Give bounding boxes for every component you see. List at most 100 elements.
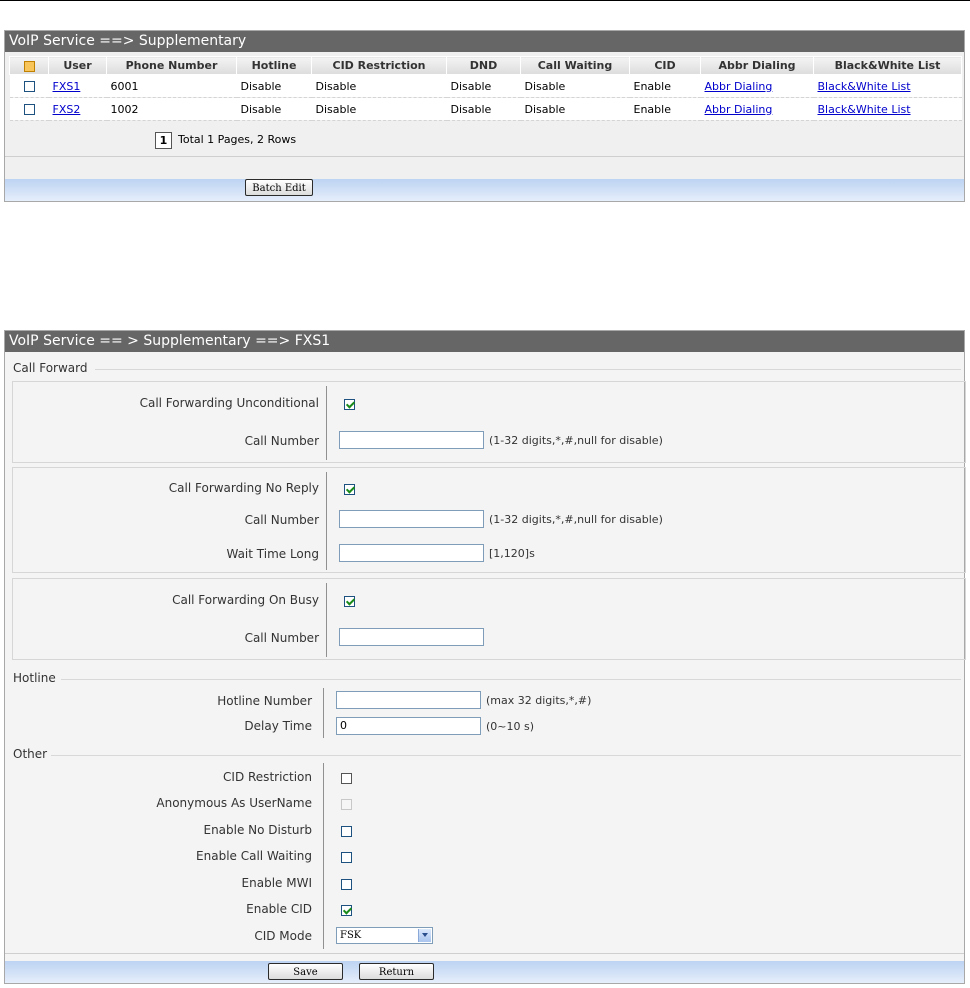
cell-cid-restriction: Disable	[311, 97, 447, 121]
section-rule	[51, 755, 961, 756]
call-waiting-label: Enable Call Waiting	[196, 849, 312, 863]
on-busy-number-label: Call Number	[244, 631, 319, 645]
cell-phone-number: 1002	[106, 97, 237, 121]
col-header-cid: CID	[629, 56, 701, 75]
abbr-dialing-link[interactable]: Abbr Dialing	[705, 103, 773, 116]
forward-on-busy-label: Call Forwarding On Busy	[172, 593, 319, 607]
cell-abbr-dialing: Abbr Dialing	[700, 97, 814, 121]
anonymous-username-field	[341, 797, 352, 810]
forward-on-busy-checkbox[interactable]	[344, 595, 355, 607]
hotline-number-input[interactable]	[336, 691, 481, 709]
row-select-cell	[9, 74, 49, 98]
cell-call-waiting: Disable	[520, 74, 630, 98]
return-button[interactable]: Return	[359, 963, 434, 980]
user-link-fxs2[interactable]: FXS2	[53, 103, 81, 116]
forward-unconditional-label: Call Forwarding Unconditional	[139, 396, 319, 410]
col-header-dnd: DND	[446, 56, 521, 75]
cell-cid: Enable	[629, 74, 701, 98]
pagination-summary: Total 1 Pages, 2 Rows	[178, 133, 297, 146]
cell-black-white-list: Black&White List	[813, 74, 962, 98]
no-disturb-checkbox[interactable]	[341, 825, 352, 837]
wait-time-input[interactable]	[339, 544, 484, 562]
no-disturb-label: Enable No Disturb	[203, 823, 312, 837]
no-disturb-field	[341, 824, 352, 837]
cid-restriction-checkbox[interactable]	[341, 772, 352, 784]
forward-unconditional-checkbox[interactable]	[344, 398, 355, 410]
unconditional-number-input[interactable]	[339, 431, 484, 449]
col-header-abbr-dialing: Abbr Dialing	[700, 56, 814, 75]
black-white-list-link[interactable]: Black&White List	[818, 103, 911, 116]
select-all-header	[9, 56, 49, 75]
on-busy-number-input[interactable]	[339, 628, 484, 646]
delay-time-input[interactable]: 0	[336, 717, 481, 735]
chevron-down-icon[interactable]	[418, 929, 431, 942]
col-header-phone-number: Phone Number	[106, 56, 237, 75]
section-other: Other	[13, 747, 48, 761]
cell-phone-number: 6001	[106, 74, 237, 98]
forward-on-busy-group: Call Forwarding On Busy Call Number	[12, 578, 966, 660]
anonymous-username-checkbox[interactable]	[341, 798, 352, 810]
section-hotline: Hotline	[13, 671, 56, 685]
section-rule	[95, 369, 961, 370]
cid-label: Enable CID	[246, 902, 312, 916]
no-reply-number-label: Call Number	[244, 513, 319, 527]
wait-time-hint: [1,120]s	[489, 547, 535, 560]
cell-user: FXS1	[48, 74, 107, 98]
list-footer-bar	[5, 179, 964, 201]
forward-no-reply-group: Call Forwarding No Reply Call Number (1-…	[12, 467, 966, 573]
mwi-label: Enable MWI	[241, 876, 312, 890]
batch-edit-button[interactable]: Batch Edit	[245, 179, 313, 196]
mwi-checkbox[interactable]	[341, 878, 352, 890]
cid-checkbox[interactable]	[341, 904, 352, 916]
col-header-call-waiting: Call Waiting	[520, 56, 630, 75]
call-waiting-checkbox[interactable]	[341, 851, 352, 863]
black-white-list-link[interactable]: Black&White List	[818, 80, 911, 93]
col-header-cid-restriction: CID Restriction	[311, 56, 447, 75]
cell-dnd: Disable	[446, 97, 521, 121]
table-row: FXS2 1002 Disable Disable Disable Disabl…	[9, 97, 962, 121]
cell-cid: Enable	[629, 97, 701, 121]
cell-hotline: Disable	[236, 97, 312, 121]
page-number-button[interactable]: 1	[155, 131, 172, 149]
detail-panel-title: VoIP Service == > Supplementary ==> FXS1	[5, 331, 964, 352]
supplementary-list-panel: VoIP Service ==> Supplementary User Phon…	[4, 30, 965, 202]
list-panel-title: VoIP Service ==> Supplementary	[5, 31, 964, 52]
table-row: FXS1 6001 Disable Disable Disable Disabl…	[9, 74, 962, 98]
cid-mode-value: FSK	[340, 930, 362, 941]
forward-no-reply-label: Call Forwarding No Reply	[168, 481, 319, 495]
cid-field	[341, 903, 352, 916]
save-button[interactable]: Save	[268, 963, 343, 980]
other-divider	[323, 763, 324, 949]
col-header-user: User	[48, 56, 107, 75]
unconditional-number-hint: (1-32 digits,*,#,null for disable)	[489, 434, 663, 447]
cell-user: FXS2	[48, 97, 107, 121]
cell-abbr-dialing: Abbr Dialing	[700, 74, 814, 98]
unconditional-number-label: Call Number	[244, 434, 319, 448]
user-link-fxs1[interactable]: FXS1	[53, 80, 81, 93]
select-all-checkbox[interactable]	[23, 60, 35, 72]
group-divider	[326, 583, 327, 657]
forward-on-busy-field	[344, 594, 355, 607]
forward-unconditional-field	[344, 397, 355, 410]
cid-mode-label: CID Mode	[254, 929, 312, 943]
cell-black-white-list: Black&White List	[813, 97, 962, 121]
delay-time-label: Delay Time	[244, 719, 312, 733]
hotline-number-hint: (max 32 digits,*,#)	[486, 694, 592, 707]
row-select-checkbox[interactable]	[23, 104, 35, 115]
supplementary-detail-panel: VoIP Service == > Supplementary ==> FXS1…	[4, 330, 966, 984]
abbr-dialing-link[interactable]: Abbr Dialing	[705, 80, 773, 93]
page-top-rule	[0, 0, 970, 1]
col-header-hotline: Hotline	[236, 56, 312, 75]
call-waiting-field	[341, 850, 352, 863]
cell-hotline: Disable	[236, 74, 312, 98]
section-rule	[61, 679, 961, 680]
forward-unconditional-group: Call Forwarding Unconditional Call Numbe…	[12, 381, 966, 463]
cell-cid-restriction: Disable	[311, 74, 447, 98]
table-header-row: User Phone Number Hotline CID Restrictio…	[9, 56, 962, 75]
wait-time-label: Wait Time Long	[226, 547, 319, 561]
cid-mode-select[interactable]: FSK	[336, 927, 433, 944]
forward-no-reply-checkbox[interactable]	[344, 483, 355, 495]
no-reply-number-input[interactable]	[339, 510, 484, 528]
hotline-divider	[323, 688, 324, 738]
row-select-checkbox[interactable]	[23, 81, 35, 92]
